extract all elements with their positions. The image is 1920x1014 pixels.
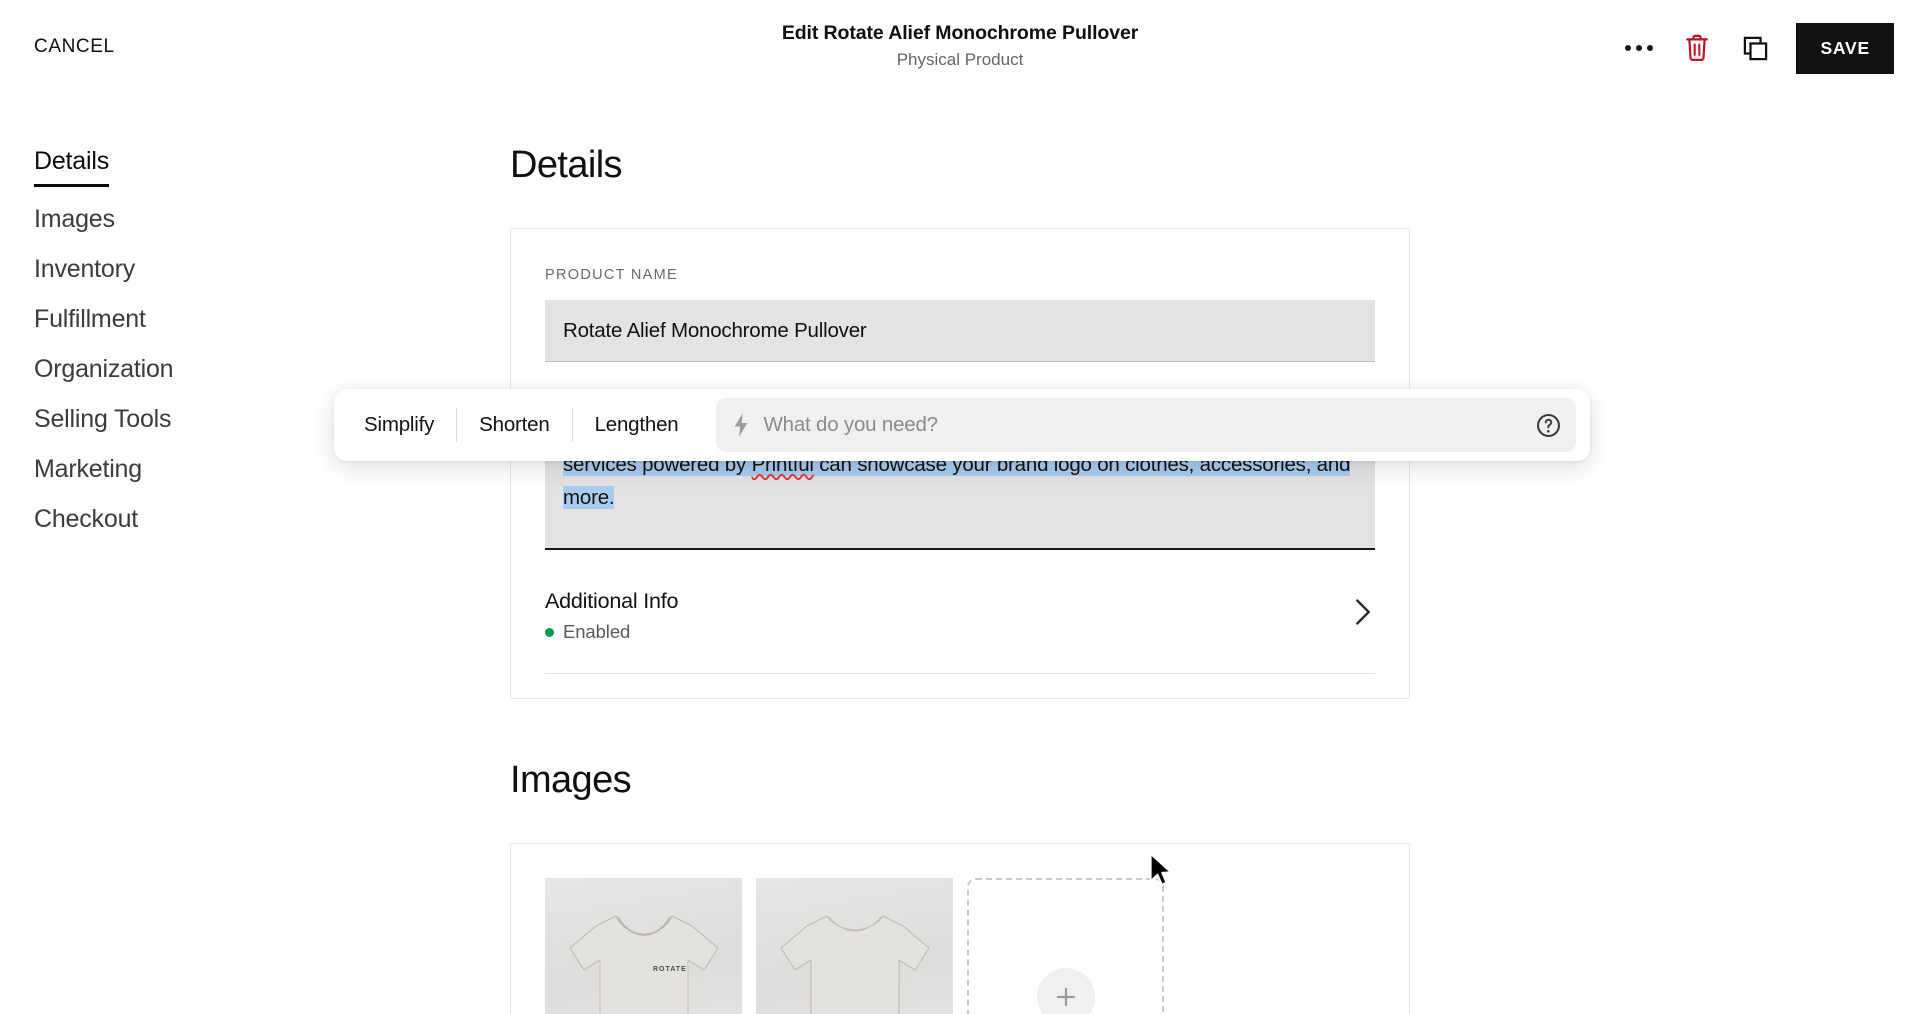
sidebar-item-marketing[interactable]: Marketing (0, 444, 360, 494)
duplicate-icon (1743, 36, 1768, 60)
product-name-input[interactable]: Rotate Alief Monochrome Pullover (545, 300, 1375, 362)
pullover-back-image (779, 915, 930, 1014)
top-actions: SAVE (1610, 18, 1894, 78)
section-nav-sidebar: Details Images Inventory Fulfillment Org… (0, 140, 360, 544)
plus-icon (1036, 968, 1095, 1014)
images-section: Images ROTATE (510, 755, 1410, 1014)
ai-action-simplify[interactable]: Simplify (342, 408, 456, 442)
ai-prompt-placeholder: What do you need? (763, 413, 938, 436)
product-image-thumbnail[interactable]: ROTATE (545, 878, 742, 1014)
top-bar: CANCEL Edit Rotate Alief Monochrome Pull… (0, 0, 1920, 98)
additional-info-row[interactable]: Additional Info Enabled (545, 576, 1375, 674)
sidebar-item-inventory[interactable]: Inventory (0, 244, 360, 294)
product-editor-page: CANCEL Edit Rotate Alief Monochrome Pull… (0, 0, 1920, 1014)
ai-prompt-input[interactable]: What do you need? (716, 398, 1576, 452)
ai-action-shorten[interactable]: Shorten (457, 408, 571, 442)
more-options-button[interactable] (1610, 19, 1668, 77)
status-badge: Enabled (563, 621, 631, 642)
main-content: Details PRODUCT NAME Rotate Alief Monoch… (510, 140, 1410, 1014)
details-section-heading: Details (510, 144, 623, 186)
lightning-bolt-icon (732, 412, 750, 438)
save-button[interactable]: SAVE (1796, 22, 1894, 74)
chest-logo-text: ROTATE (653, 966, 687, 973)
chevron-right-icon (1355, 598, 1371, 631)
duplicate-button[interactable] (1726, 19, 1784, 77)
add-image-button[interactable] (967, 878, 1164, 1014)
product-name-label: PRODUCT NAME (545, 267, 678, 283)
sidebar-item-selling-tools[interactable]: Selling Tools (0, 394, 360, 444)
sidebar-item-checkout[interactable]: Checkout (0, 494, 360, 544)
details-card: PRODUCT NAME Rotate Alief Monochrome Pul… (510, 228, 1410, 699)
images-section-heading: Images (510, 759, 632, 801)
additional-info-text-group: Additional Info Enabled (545, 586, 678, 643)
additional-info-title: Additional Info (545, 589, 679, 613)
card-bottom-spacer (545, 674, 1375, 698)
ai-assist-toolbar: Simplify Shorten Lengthen What do you ne… (334, 389, 1590, 461)
status-dot-icon (545, 627, 554, 637)
delete-button[interactable] (1668, 19, 1726, 77)
images-card: ROTATE (510, 843, 1410, 1014)
sidebar-item-images[interactable]: Images (0, 194, 360, 244)
sidebar-item-organization[interactable]: Organization (0, 344, 360, 394)
pullover-front-image (568, 915, 719, 1014)
ai-action-lengthen[interactable]: Lengthen (573, 408, 701, 442)
product-image-thumbnail[interactable] (756, 878, 953, 1014)
sidebar-item-details[interactable]: Details (34, 140, 109, 187)
additional-info-status: Enabled (545, 621, 678, 643)
sidebar-item-fulfillment[interactable]: Fulfillment (0, 294, 360, 344)
more-horizontal-icon (1625, 45, 1654, 51)
trash-icon (1686, 34, 1709, 61)
cancel-button[interactable]: CANCEL (34, 36, 115, 58)
help-circle-icon[interactable] (1535, 412, 1562, 439)
